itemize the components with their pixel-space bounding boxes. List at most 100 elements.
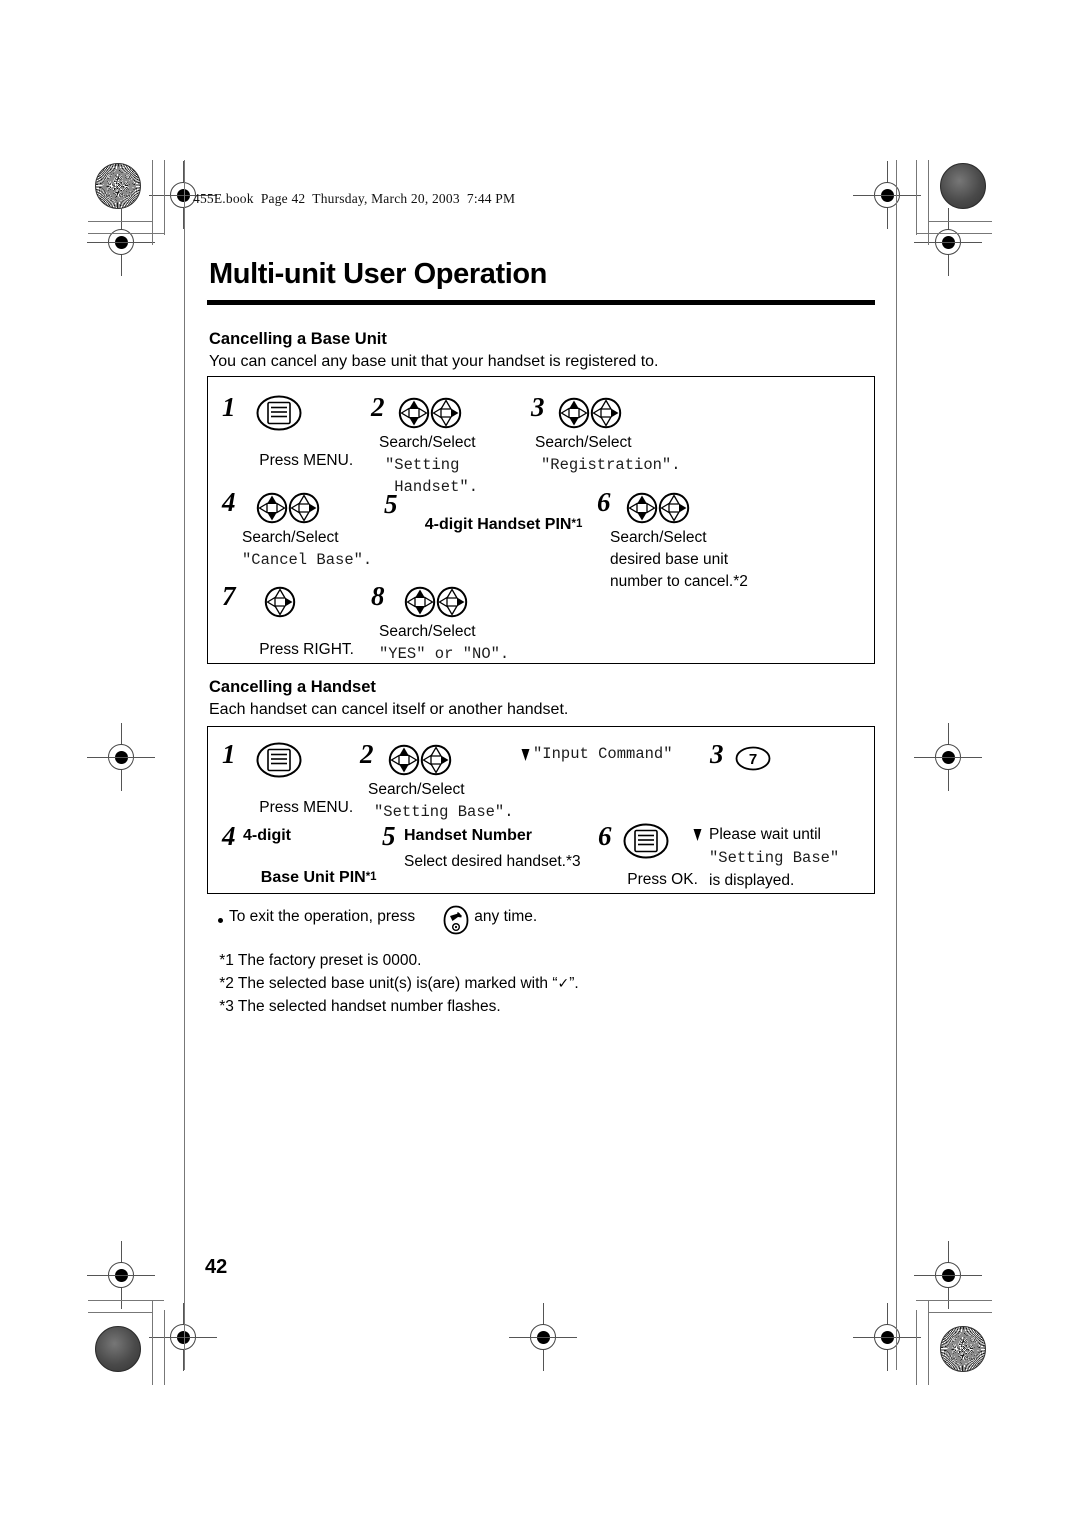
h-step-1-label-end: . xyxy=(348,799,354,816)
h-step-5-label: Handset Number xyxy=(404,827,533,844)
trim-line-bottom-horizontal-2 xyxy=(88,1312,152,1313)
starburst-mark-top-left xyxy=(95,163,141,209)
step-4-display: "Cancel Base". xyxy=(242,551,373,569)
svg-text:7: 7 xyxy=(749,751,757,768)
h-step-6-note-line1: Please wait until xyxy=(709,826,822,843)
h-step-2-label: Search/Select xyxy=(368,781,465,798)
step-4-label: Search/Select xyxy=(242,529,339,546)
trim-line-left-vertical-2 xyxy=(164,160,165,235)
h-step-6-key-name: OK xyxy=(671,871,694,888)
h-step-number-2: 2 xyxy=(360,739,374,769)
step-2-display-line1: "Setting xyxy=(385,456,460,474)
trim-line-page-right xyxy=(896,160,897,1370)
h-step-number-6: 6 xyxy=(598,821,612,851)
footnote-exit-text-before: To exit the operation, press xyxy=(229,908,420,925)
navigator-select-icon xyxy=(430,397,462,429)
h-step-6-label-end: . xyxy=(693,871,698,888)
step-6-label-line1: Search/Select xyxy=(610,529,707,546)
step-1-key-name: MENU xyxy=(303,452,349,469)
step-7-label-end: . xyxy=(349,641,354,658)
step-3-display: "Registration". xyxy=(541,456,681,474)
trim-line-right-vertical-2 xyxy=(916,160,917,235)
section-heading-base-unit: Cancelling a Base Unit xyxy=(209,330,387,348)
trim-line-bottom-horizontal-r xyxy=(916,1300,992,1301)
step-1-label-text: Press xyxy=(259,452,304,469)
step-5-label: 4-digit Handset PIN*1 xyxy=(407,498,583,552)
h-step-6-note-display: "Setting Base" xyxy=(709,849,840,867)
h-step-number-4: 4 xyxy=(222,821,236,851)
step-6-label-line2: desired base unit xyxy=(610,551,729,568)
step-number-2: 2 xyxy=(371,392,385,422)
trim-line-left-vertical-b2 xyxy=(164,1310,165,1385)
trim-line-top-horizontal-r2 xyxy=(928,221,992,222)
crosshair-bottom-center xyxy=(509,1303,577,1371)
step-7-label-text: Press xyxy=(259,641,304,658)
step-6-label-line3: number to cancel.*2 xyxy=(610,573,748,590)
footnote-3: *3 The selected handset number flashes. xyxy=(202,980,501,1034)
navigator-search-icon xyxy=(256,492,288,524)
h-step-number-3: 3 xyxy=(710,739,724,769)
section-intro-handset: Each handset can cancel itself or anothe… xyxy=(209,701,569,718)
wait-arrow-icon xyxy=(692,828,703,842)
dot-mark-top-right xyxy=(940,163,986,209)
crosshair-bottom-left xyxy=(87,1241,155,1309)
step-number-8: 8 xyxy=(371,581,385,611)
number-key-7-icon: 7 xyxy=(735,746,771,771)
trim-line-bottom-horizontal-r2 xyxy=(928,1312,992,1313)
crosshair-mid-left xyxy=(87,723,155,791)
footnote-3-text: The selected handset number flashes. xyxy=(237,998,501,1015)
crosshair-bottom-inner-right xyxy=(853,1303,921,1371)
menu-key-icon xyxy=(256,395,302,431)
step-1-label-end: . xyxy=(348,452,354,469)
step-number-1: 1 xyxy=(222,392,236,422)
trim-line-bottom-horizontal xyxy=(88,1300,164,1301)
print-slug: 455E.book Page 42 Thursday, March 20, 20… xyxy=(193,191,516,206)
trim-line-left-vertical-b xyxy=(152,1300,153,1385)
step-number-5: 5 xyxy=(384,489,398,519)
step-5-label-text: 4-digit Handset PIN xyxy=(424,516,572,533)
navigator-search-icon xyxy=(388,744,420,776)
h-step-2-display: "Setting Base". xyxy=(374,803,514,821)
trim-line-page-left xyxy=(184,160,185,1370)
step-8-display: "YES" or "NO". xyxy=(379,645,510,663)
step-7-label: Press RIGHT. xyxy=(242,623,354,677)
navigator-search-icon xyxy=(626,492,658,524)
h-step-number-5: 5 xyxy=(382,821,396,851)
procedure-box-handset: 1 Press MENU. 2 Search/Select "Setting B… xyxy=(207,726,875,894)
navigator-search-icon xyxy=(404,586,436,618)
step-2-label: Search/Select xyxy=(379,434,476,451)
footnote-2-text-after: ”. xyxy=(569,975,579,992)
navigator-select-icon xyxy=(658,492,690,524)
check-mark-icon: ✓ xyxy=(557,976,570,992)
crosshair-bottom-right xyxy=(914,1241,982,1309)
footnote-bullet-icon xyxy=(218,918,223,923)
navigator-select-icon xyxy=(288,492,320,524)
result-arrow-icon xyxy=(520,748,531,762)
crosshair-top-inner-right xyxy=(853,161,921,229)
navigator-select-icon xyxy=(420,744,452,776)
h-step-5-sublabel: Select desired handset.*3 xyxy=(404,853,581,870)
footnote-exit-text-after: any time. xyxy=(470,908,538,925)
procedure-box-base-unit: 1 Press MENU. 2 Search/Select "Setting H… xyxy=(207,376,875,664)
step-number-3: 3 xyxy=(531,392,545,422)
footnote-3-marker: *3 xyxy=(219,998,234,1015)
step-number-4: 4 xyxy=(222,487,236,517)
trim-line-top-horizontal xyxy=(88,233,164,234)
crosshair-top-right xyxy=(914,208,982,276)
menu-key-icon xyxy=(256,742,302,778)
step-8-label: Search/Select xyxy=(379,623,476,640)
step-3-label: Search/Select xyxy=(535,434,632,451)
crosshair-top-left xyxy=(87,208,155,276)
navigator-select-icon xyxy=(590,397,622,429)
title-underline xyxy=(207,300,875,305)
navigator-search-icon xyxy=(398,397,430,429)
h-step-4-footnote-ref: *1 xyxy=(365,871,377,883)
off-key-icon xyxy=(443,905,469,935)
h-step-number-1: 1 xyxy=(222,739,236,769)
crosshair-mid-right xyxy=(914,723,982,791)
h-step-1-label-text: Press xyxy=(259,799,304,816)
h-step-6-label: Press OK. xyxy=(610,853,698,907)
h-step-4-label-text2: Base Unit PIN xyxy=(260,869,366,886)
step-7-key-name: RIGHT xyxy=(303,641,350,658)
section-heading-handset: Cancelling a Handset xyxy=(209,678,376,696)
